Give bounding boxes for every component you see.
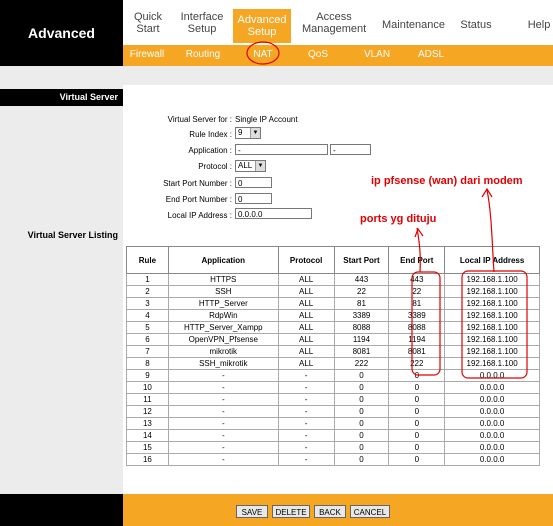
footer-left xyxy=(0,494,123,526)
annotation-layer xyxy=(246,41,528,379)
cancel-button[interactable]: CANCEL xyxy=(350,505,390,518)
back-button[interactable]: BACK xyxy=(314,505,346,518)
wan-annotation: ip pfsense (wan) dari modem xyxy=(371,175,523,187)
local-ip-circle-mark xyxy=(461,270,528,379)
end-port-circle-mark xyxy=(411,271,441,376)
nat-circle-mark xyxy=(246,41,280,65)
ports-arrowhead-mark xyxy=(414,227,424,238)
ports-annotation: ports yg dituju xyxy=(360,213,437,225)
wan-arrow-mark xyxy=(486,189,495,273)
save-button[interactable]: SAVE xyxy=(236,505,268,518)
delete-button[interactable]: DELETE xyxy=(272,505,310,518)
ports-arrow-mark xyxy=(416,227,421,273)
